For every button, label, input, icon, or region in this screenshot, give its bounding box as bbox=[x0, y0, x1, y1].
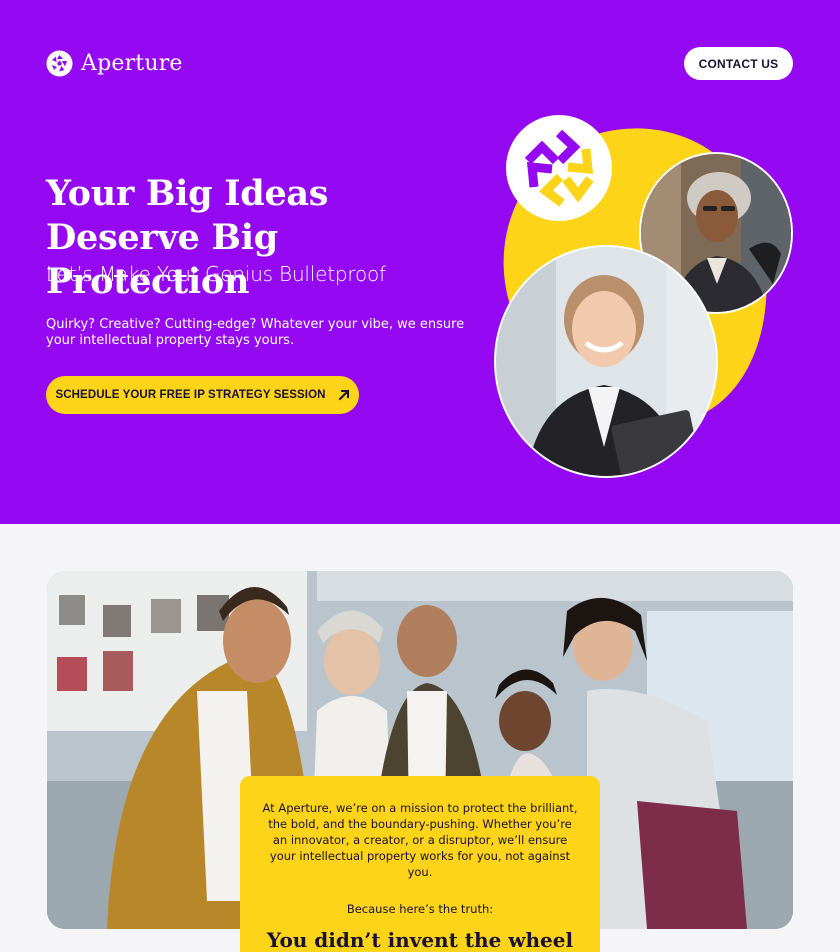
mission-statement: At Aperture, we’re on a mission to prote… bbox=[262, 801, 578, 879]
brand-logo[interactable]: Aperture bbox=[46, 50, 183, 77]
arrow-up-right-icon bbox=[338, 389, 349, 401]
aperture-icon bbox=[46, 50, 73, 77]
cta-label: SCHEDULE YOUR FREE IP STRATEGY SESSION bbox=[55, 389, 326, 401]
hero-section: Aperture CONTACT US Your Big Ideas Deser… bbox=[0, 0, 840, 524]
schedule-session-button[interactable]: SCHEDULE YOUR FREE IP STRATEGY SESSION bbox=[46, 376, 359, 414]
hero-description: Quirky? Creative? Cutting-edge? Whatever… bbox=[46, 317, 465, 348]
photo-smiling-woman bbox=[494, 245, 718, 478]
aperture-emblem-icon bbox=[506, 115, 612, 221]
contact-us-button[interactable]: CONTACT US bbox=[684, 47, 793, 80]
brand-name: Aperture bbox=[81, 51, 183, 76]
hero-subtitle: Let’s Make Your Genius Bulletproof bbox=[46, 262, 386, 286]
mission-card: At Aperture, we’re on a mission to prote… bbox=[240, 776, 600, 952]
truth-headline: You didn’t invent the wheel bbox=[266, 928, 574, 952]
truth-intro: Because here’s the truth: bbox=[346, 902, 494, 916]
